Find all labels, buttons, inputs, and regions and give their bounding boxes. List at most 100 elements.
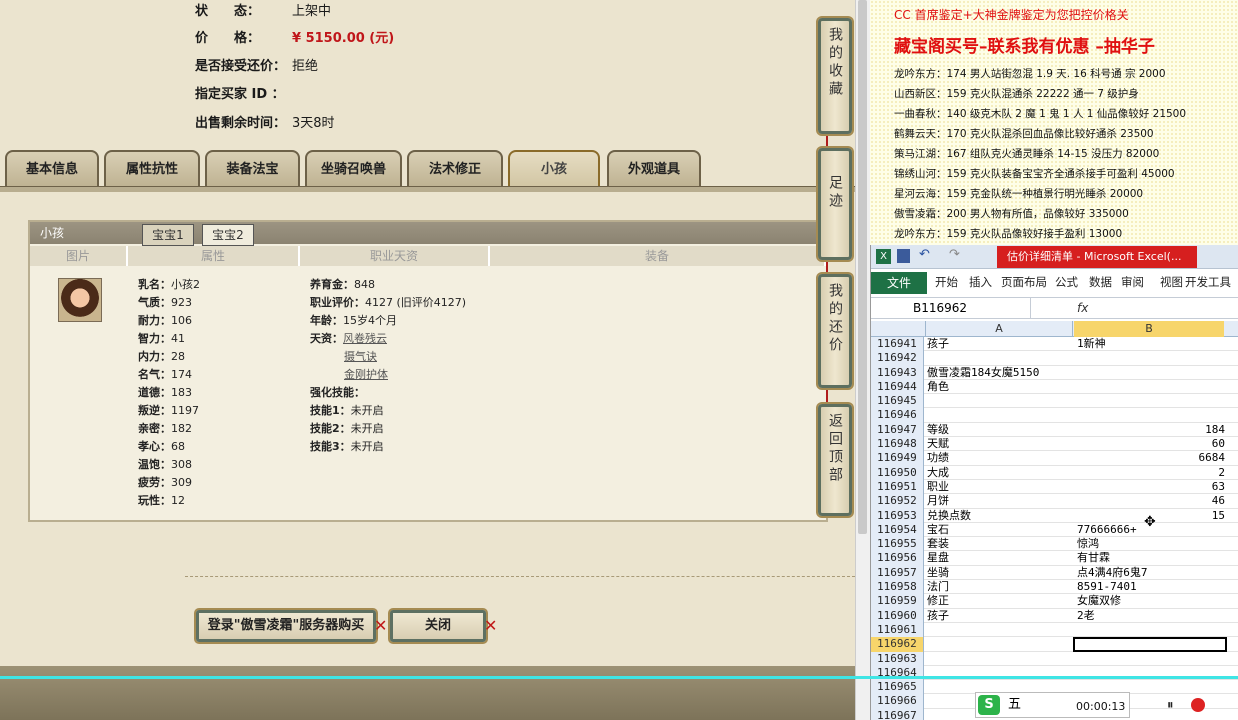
row-number[interactable]: 116953 [871, 508, 924, 523]
cell-a[interactable]: 星盘 [927, 551, 1073, 565]
cell-a[interactable]: 角色 [927, 380, 1073, 394]
save-icon[interactable] [897, 249, 910, 263]
row-number[interactable]: 116956 [871, 551, 924, 566]
tab-1[interactable]: 属性抗性 [104, 150, 200, 186]
name-box[interactable]: B116962 [871, 298, 1031, 319]
cell-a[interactable]: 功绩 [927, 451, 1073, 465]
note-item: 龙吟东方：159 克火队品像较好接手盈利 13000 [894, 228, 1123, 240]
career-value[interactable]: 风卷残云 [343, 332, 387, 345]
column-a-header[interactable]: A [925, 321, 1073, 337]
row-number[interactable]: 116948 [871, 437, 924, 452]
row-number[interactable]: 116944 [871, 379, 924, 395]
row-number[interactable]: 116965 [871, 680, 924, 695]
row-number[interactable]: 116958 [871, 580, 924, 595]
ribbon-tab[interactable]: 数据 [1089, 274, 1112, 290]
row-number[interactable]: 116941 [871, 337, 924, 352]
undo-icon[interactable]: ↶ [919, 247, 930, 262]
row-number[interactable]: 116949 [871, 451, 924, 466]
career-value[interactable]: 金刚护体 [344, 368, 388, 381]
cell-a[interactable]: 法门 [927, 580, 1073, 594]
my-favorites-button[interactable]: 我的收藏 [818, 18, 852, 134]
career-value[interactable]: 摄气诀 [344, 350, 377, 363]
ribbon-tab[interactable]: 审阅 [1121, 274, 1144, 290]
ribbon-tab[interactable]: 视图 [1160, 274, 1183, 290]
ribbon-tab[interactable]: 公式 [1055, 274, 1078, 290]
tab-6[interactable]: 外观道具 [607, 150, 701, 186]
tab-5[interactable]: 小孩 [508, 150, 600, 186]
note-item: 鹤舞云天：170 克火队混杀回血品像比较好通杀 23500 [894, 128, 1154, 140]
footprint-button[interactable]: 足迹 [818, 148, 852, 260]
cell-b[interactable]: 1新神 [1077, 337, 1225, 351]
career-label: 职业评价： [310, 296, 365, 309]
cell-a[interactable]: 职业 [927, 480, 1073, 494]
tab-2[interactable]: 装备法宝 [205, 150, 300, 186]
cell-b[interactable]: 6684 [1077, 451, 1226, 465]
tab-4[interactable]: 法术修正 [407, 150, 503, 186]
row-number[interactable]: 116954 [871, 522, 924, 538]
file-tab[interactable]: 文件 [871, 272, 927, 294]
pause-icon[interactable]: ⏸ [1167, 698, 1174, 713]
cell-a[interactable]: 孩子 [927, 337, 1073, 351]
cell-b[interactable]: 46 [1077, 494, 1225, 508]
subtab-baby1[interactable]: 宝宝1 [142, 224, 194, 246]
cell-a[interactable]: 傲雪凌霜184女魔5150 [927, 366, 1073, 380]
cell-a[interactable]: 等级 [927, 423, 1073, 437]
row-number[interactable]: 116962 [871, 637, 924, 652]
record-timer: 00:00:13 [1073, 700, 1129, 713]
row-number[interactable]: 116946 [871, 408, 924, 423]
row-number[interactable]: 116951 [871, 479, 924, 495]
cell-b[interactable]: 8591-7401 [1077, 580, 1225, 594]
row-number[interactable]: 116945 [871, 394, 924, 409]
row-number[interactable]: 116955 [871, 537, 924, 552]
cell-b[interactable]: 60 [1077, 437, 1225, 451]
cell-a[interactable]: 宝石 [927, 523, 1073, 537]
back-to-top-button[interactable]: 返回顶部 [818, 404, 852, 516]
stat-row: 道德：183 [138, 384, 192, 402]
cell-a[interactable]: 修正 [927, 594, 1073, 608]
my-counteroffer-button[interactable]: 我的还价 [818, 274, 852, 388]
cell-b[interactable]: 2老 [1077, 609, 1225, 623]
row-number[interactable]: 116942 [871, 351, 924, 366]
sheet-row: 116948 天赋 60 [871, 437, 1238, 452]
cell-a[interactable]: 孩子 [927, 609, 1073, 623]
cell-a[interactable]: 兑换点数 [927, 509, 1073, 523]
cell-a[interactable]: 月饼 [927, 494, 1073, 508]
row-number[interactable]: 116961 [871, 622, 924, 638]
row-number[interactable]: 116960 [871, 608, 924, 623]
selected-cell[interactable] [1073, 637, 1227, 652]
cell-b[interactable]: 有甘霖 [1077, 551, 1225, 565]
cell-b[interactable]: 女魔双修 [1077, 594, 1225, 608]
row-number[interactable]: 116959 [871, 594, 924, 609]
cell-a[interactable]: 坐骑 [927, 566, 1073, 580]
tab-3[interactable]: 坐骑召唤兽 [305, 150, 402, 186]
row-number[interactable]: 116943 [871, 365, 924, 380]
cell-b[interactable]: 2 [1077, 466, 1225, 480]
ribbon-tab[interactable]: 开发工具 [1185, 274, 1231, 290]
ribbon-tab[interactable]: 插入 [969, 274, 992, 290]
cell-a[interactable]: 套装 [927, 537, 1073, 551]
close-button[interactable]: 关闭 [390, 610, 486, 642]
row-number[interactable]: 116947 [871, 422, 924, 438]
row-number[interactable]: 116967 [871, 708, 924, 720]
ribbon-tab[interactable]: 开始 [935, 274, 958, 290]
row-number[interactable]: 116957 [871, 565, 924, 581]
cell-a[interactable]: 天赋 [927, 437, 1073, 451]
tab-0[interactable]: 基本信息 [5, 150, 99, 186]
column-b-header[interactable]: B [1074, 321, 1224, 337]
cell-a[interactable]: 大成 [927, 466, 1073, 480]
cell-b[interactable]: 63 [1077, 480, 1225, 494]
fx-icon[interactable]: fx [1077, 298, 1099, 319]
row-number[interactable]: 116950 [871, 465, 924, 480]
ribbon-tab[interactable]: 页面布局 [1001, 274, 1047, 290]
stop-icon[interactable] [1191, 698, 1205, 712]
scrollbar-thumb[interactable] [858, 0, 867, 534]
login-buy-button[interactable]: 登录"傲雪凌霜"服务器购买 [196, 610, 376, 642]
row-number[interactable]: 116963 [871, 651, 924, 666]
row-number[interactable]: 116966 [871, 694, 924, 709]
redo-icon[interactable]: ↷ [949, 247, 960, 262]
cell-b[interactable]: 惊鸿 [1077, 537, 1225, 551]
subtab-baby2[interactable]: 宝宝2 [202, 224, 254, 246]
row-number[interactable]: 116952 [871, 494, 924, 509]
cell-b[interactable]: 点4满4府6鬼7 [1077, 566, 1225, 580]
cell-b[interactable]: 184 [1077, 423, 1225, 437]
